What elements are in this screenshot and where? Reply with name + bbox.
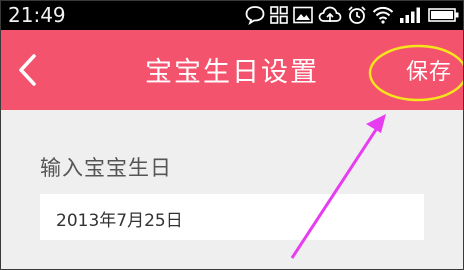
gallery-icon: [293, 6, 313, 24]
cloud-sync-icon: [318, 6, 342, 22]
app-grid-icon: [270, 6, 288, 24]
wifi-icon: [372, 6, 394, 24]
birthday-form: 输入宝宝生日 2013年7月25日: [0, 110, 464, 270]
save-button[interactable]: 保存: [406, 54, 452, 86]
birthday-date-field[interactable]: 2013年7月25日: [40, 194, 424, 240]
status-icons: [245, 4, 460, 26]
birthday-field-label: 输入宝宝生日: [40, 156, 172, 180]
alarm-icon: [348, 6, 366, 24]
signal-icon: [400, 7, 420, 23]
page-title: 宝宝生日设置: [145, 57, 319, 88]
birthday-date-value: 2013年7月25日: [56, 211, 183, 231]
battery-icon: [428, 8, 459, 22]
chat-bubble-icon: [245, 6, 265, 25]
status-time: 21:49: [8, 3, 66, 27]
app-header: 宝宝生日设置 保存: [0, 30, 464, 110]
status-bar: 21:49: [0, 0, 464, 30]
